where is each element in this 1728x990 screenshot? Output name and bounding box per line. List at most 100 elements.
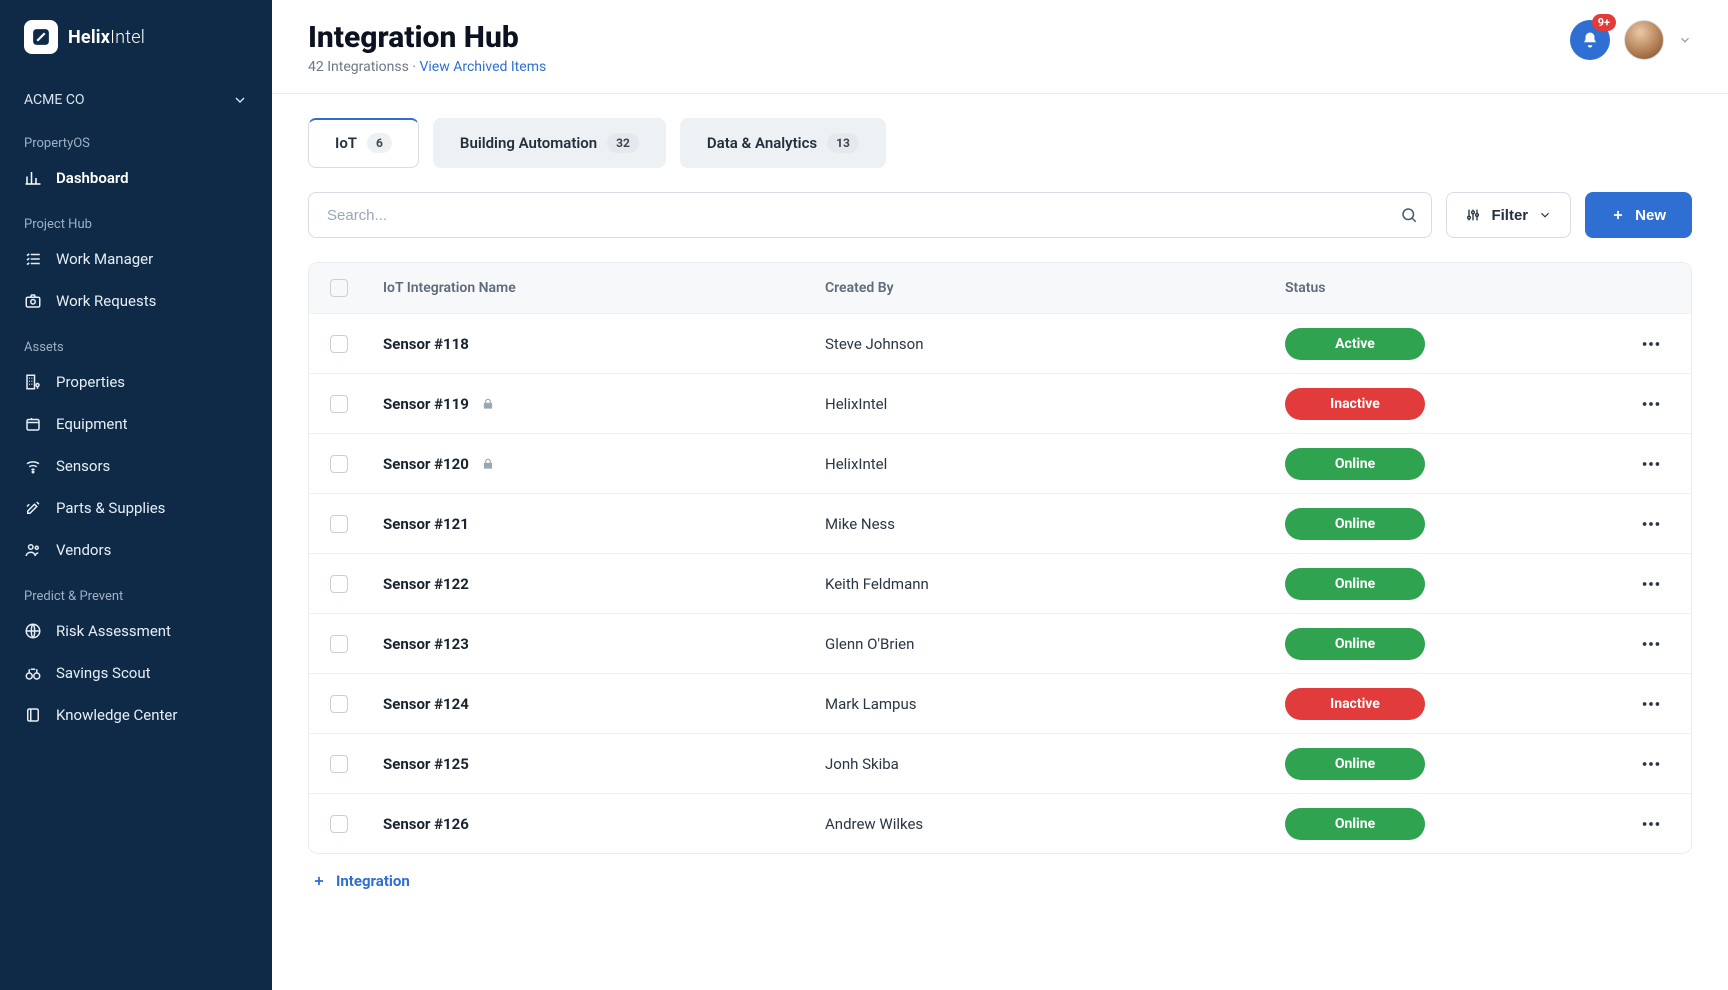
notifications-button[interactable]: 9+ [1570, 20, 1610, 60]
status-badge: Online [1285, 808, 1425, 840]
cell-status: Online [1271, 748, 1611, 780]
sidebar-item-knowledge-center[interactable]: Knowledge Center [0, 694, 272, 736]
tab-building-automation[interactable]: Building Automation32 [433, 118, 666, 168]
tab-count: 6 [367, 133, 392, 153]
sidebar-item-dashboard[interactable]: Dashboard [0, 157, 272, 199]
list-check-icon [24, 250, 42, 268]
nav-section-title: Assets [0, 322, 272, 361]
sidebar-item-savings-scout[interactable]: Savings Scout [0, 652, 272, 694]
tab-count: 32 [607, 133, 639, 153]
camera-icon [24, 292, 42, 310]
controls: Filter New [308, 192, 1692, 238]
cell-created-by: Glenn O'Brien [811, 635, 1271, 653]
more-horizontal-icon [1640, 573, 1662, 595]
row-actions-button[interactable] [1611, 393, 1691, 415]
logo[interactable]: HelixIntel [0, 20, 272, 82]
table-row[interactable]: Sensor #123Glenn O'Brien Online [309, 613, 1691, 673]
new-button[interactable]: New [1585, 192, 1692, 238]
status-badge: Active [1285, 328, 1425, 360]
row-actions-button[interactable] [1611, 513, 1691, 535]
cell-status: Active [1271, 328, 1611, 360]
table-header: IoT Integration Name Created By Status [309, 263, 1691, 313]
cell-name: Sensor #122 [369, 575, 811, 593]
user-menu-chevron-icon[interactable] [1678, 33, 1692, 47]
lock-icon [481, 397, 495, 411]
sidebar-item-work-requests[interactable]: Work Requests [0, 280, 272, 322]
status-badge: Online [1285, 628, 1425, 660]
more-horizontal-icon [1640, 513, 1662, 535]
org-switcher[interactable]: ACME CO [0, 82, 272, 118]
row-checkbox[interactable] [330, 335, 348, 353]
cell-name: Sensor #119 [369, 395, 811, 413]
tools-icon [24, 499, 42, 517]
sidebar-item-sensors[interactable]: Sensors [0, 445, 272, 487]
archived-link[interactable]: View Archived Items [419, 59, 546, 75]
filter-button[interactable]: Filter [1446, 192, 1571, 238]
sidebar-item-risk-assessment[interactable]: Risk Assessment [0, 610, 272, 652]
status-badge: Online [1285, 508, 1425, 540]
add-integration-button[interactable]: Integration [308, 854, 1692, 908]
wifi-icon [24, 457, 42, 475]
top-actions: 9+ [1570, 20, 1692, 60]
table-row[interactable]: Sensor #120HelixIntelOnline [309, 433, 1691, 493]
tabs: IoT6 Building Automation32 Data & Analytic… [308, 118, 1692, 168]
sidebar-item-work-manager[interactable]: Work Manager [0, 238, 272, 280]
table-row[interactable]: Sensor #119HelixIntelInactive [309, 373, 1691, 433]
cell-created-by: Mark Lampus [811, 695, 1271, 713]
tab-iot[interactable]: IoT6 [308, 118, 419, 168]
sidebar-item-label: Vendors [56, 541, 111, 559]
select-all-checkbox[interactable] [330, 279, 348, 297]
cell-created-by: Steve Johnson [811, 335, 1271, 353]
row-actions-button[interactable] [1611, 333, 1691, 355]
table-row[interactable]: Sensor #126Andrew WilkesOnline [309, 793, 1691, 853]
cell-name: Sensor #120 [369, 455, 811, 473]
row-checkbox[interactable] [330, 395, 348, 413]
table-row[interactable]: Sensor #118Steve JohnsonActive [309, 313, 1691, 373]
binoculars-icon [24, 664, 42, 682]
more-horizontal-icon [1640, 333, 1662, 355]
sidebar-item-parts-supplies[interactable]: Parts & Supplies [0, 487, 272, 529]
row-checkbox[interactable] [330, 635, 348, 653]
row-checkbox[interactable] [330, 815, 348, 833]
sidebar-item-equipment[interactable]: Equipment [0, 403, 272, 445]
nav-section-title: Project Hub [0, 199, 272, 238]
row-actions-button[interactable] [1611, 753, 1691, 775]
page-subtitle: 42 Integrationss · View Archived Items [308, 59, 546, 75]
sidebar-item-label: Sensors [56, 457, 110, 475]
row-actions-button[interactable] [1611, 813, 1691, 835]
more-horizontal-icon [1640, 753, 1662, 775]
row-actions-button[interactable] [1611, 573, 1691, 595]
sidebar-item-label: Savings Scout [56, 664, 151, 682]
row-checkbox[interactable] [330, 755, 348, 773]
table-row[interactable]: Sensor #122Keith FeldmannOnline [309, 553, 1691, 613]
sidebar-item-vendors[interactable]: Vendors [0, 529, 272, 571]
row-actions-button[interactable] [1611, 453, 1691, 475]
search-icon [1400, 206, 1418, 224]
table-row[interactable]: Sensor #121Mike NessOnline [309, 493, 1691, 553]
more-horizontal-icon [1640, 813, 1662, 835]
row-checkbox[interactable] [330, 455, 348, 473]
sidebar-item-properties[interactable]: Properties [0, 361, 272, 403]
content: IoT6 Building Automation32 Data & Analytic… [272, 94, 1728, 932]
status-badge: Online [1285, 748, 1425, 780]
row-checkbox[interactable] [330, 575, 348, 593]
chevron-down-icon [1538, 208, 1552, 222]
row-actions-button[interactable] [1611, 633, 1691, 655]
cell-created-by: Andrew Wilkes [811, 815, 1271, 833]
col-name: IoT Integration Name [369, 280, 811, 296]
topbar: Integration Hub 42 Integrationss · View … [272, 0, 1728, 94]
cell-name: Sensor #123 [369, 635, 811, 653]
row-actions-button[interactable] [1611, 693, 1691, 715]
sliders-icon [1465, 207, 1481, 223]
search-input[interactable] [308, 192, 1432, 238]
package-icon [24, 415, 42, 433]
users-icon [24, 541, 42, 559]
nav-section-title: PropertyOS [0, 118, 272, 157]
avatar[interactable] [1624, 20, 1664, 60]
table-row[interactable]: Sensor #124Mark LampusInactive [309, 673, 1691, 733]
tab-data-analytics[interactable]: Data & Analytics13 [680, 118, 886, 168]
table-row[interactable]: Sensor #125Jonh SkibaOnline [309, 733, 1691, 793]
cell-name: Sensor #124 [369, 695, 811, 713]
row-checkbox[interactable] [330, 515, 348, 533]
row-checkbox[interactable] [330, 695, 348, 713]
